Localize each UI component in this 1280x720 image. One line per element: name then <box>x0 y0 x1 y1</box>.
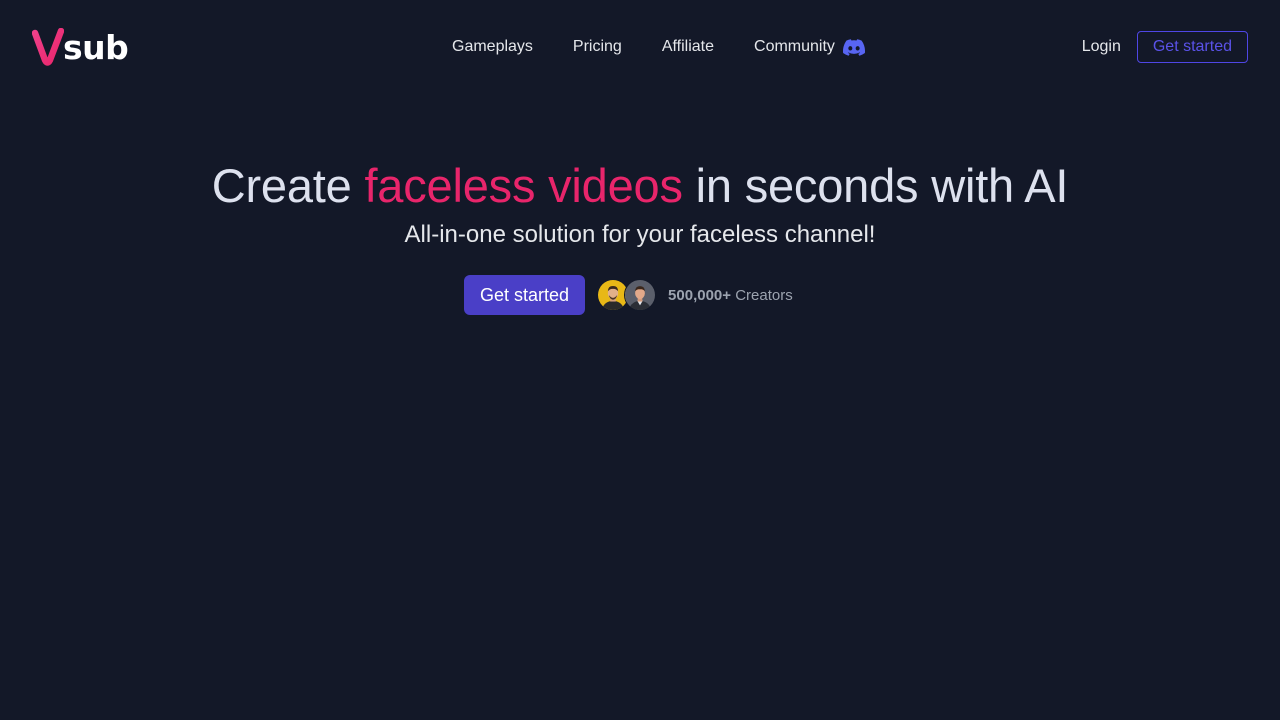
nav-affiliate[interactable]: Affiliate <box>662 38 714 56</box>
header-get-started-button[interactable]: Get started <box>1136 31 1248 63</box>
creators-label: Creators <box>735 286 793 304</box>
hero-get-started-button[interactable]: Get started <box>464 275 586 315</box>
main-nav: Gameplays Pricing Affiliate Community <box>452 34 865 60</box>
nav-gameplays[interactable]: Gameplays <box>452 38 533 56</box>
nav-affiliate-label: Affiliate <box>661 38 715 55</box>
hero-title-accent: faceless videos <box>364 159 683 212</box>
discord-icon <box>842 38 865 56</box>
hero-subtitle: All-in-one solution for your faceless ch… <box>404 221 876 248</box>
site-header: sub Gameplays Pricing Affiliate Communit… <box>0 0 1280 94</box>
nav-pricing-label: Pricing <box>572 38 622 55</box>
auth-actions: Login Get started <box>1082 31 1248 63</box>
logo-v-mark <box>32 28 64 66</box>
creators-number: 500,000+ <box>668 286 732 304</box>
creators-count: 500,000+ Creators <box>668 287 793 304</box>
avatar <box>624 279 657 311</box>
hero-title-after: in seconds with AI <box>682 159 1069 212</box>
nav-pricing[interactable]: Pricing <box>573 38 622 56</box>
creator-avatars <box>597 279 657 311</box>
logo-text: sub <box>63 28 129 67</box>
hero-section: Create faceless videos in seconds with A… <box>0 158 1280 250</box>
hero-title-before: Create <box>211 159 365 212</box>
nav-community-label: Community <box>754 38 835 55</box>
hero-cta-row: Get started 500,000+ Creators <box>464 275 793 315</box>
login-link[interactable]: Login <box>1082 38 1121 56</box>
nav-gameplays-label: Gameplays <box>452 38 533 55</box>
logo[interactable]: sub <box>32 28 129 67</box>
hero-title: Create faceless videos in seconds with A… <box>0 158 1280 214</box>
nav-community[interactable]: Community <box>754 38 865 56</box>
